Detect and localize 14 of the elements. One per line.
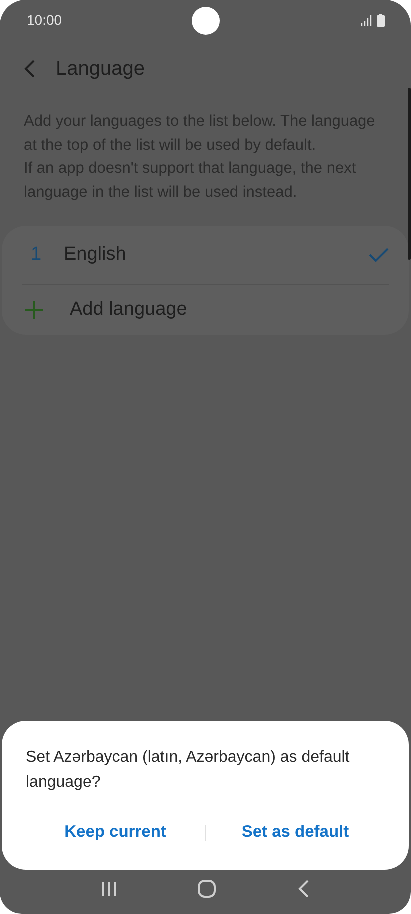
dialog-button[interactable]: Keep current [26, 815, 205, 850]
page-title: Language [56, 58, 145, 80]
dialog-message: Set Azərbaycan (latın, Azərbaycan) as default language? [26, 748, 351, 793]
battery-icon [377, 14, 385, 26]
language-name[interactable]: English [64, 244, 369, 266]
dialog-button[interactable]: Set as default [206, 815, 385, 850]
status-time: 10:00 [27, 12, 62, 28]
language-rank: 1 [30, 244, 43, 266]
camera-cutout [192, 7, 220, 35]
signal-icon [361, 14, 372, 26]
recents-icon[interactable] [100, 881, 117, 897]
add-language-item[interactable]: Add language [70, 299, 389, 321]
home-icon[interactable] [198, 880, 216, 898]
back-icon[interactable] [24, 60, 36, 78]
